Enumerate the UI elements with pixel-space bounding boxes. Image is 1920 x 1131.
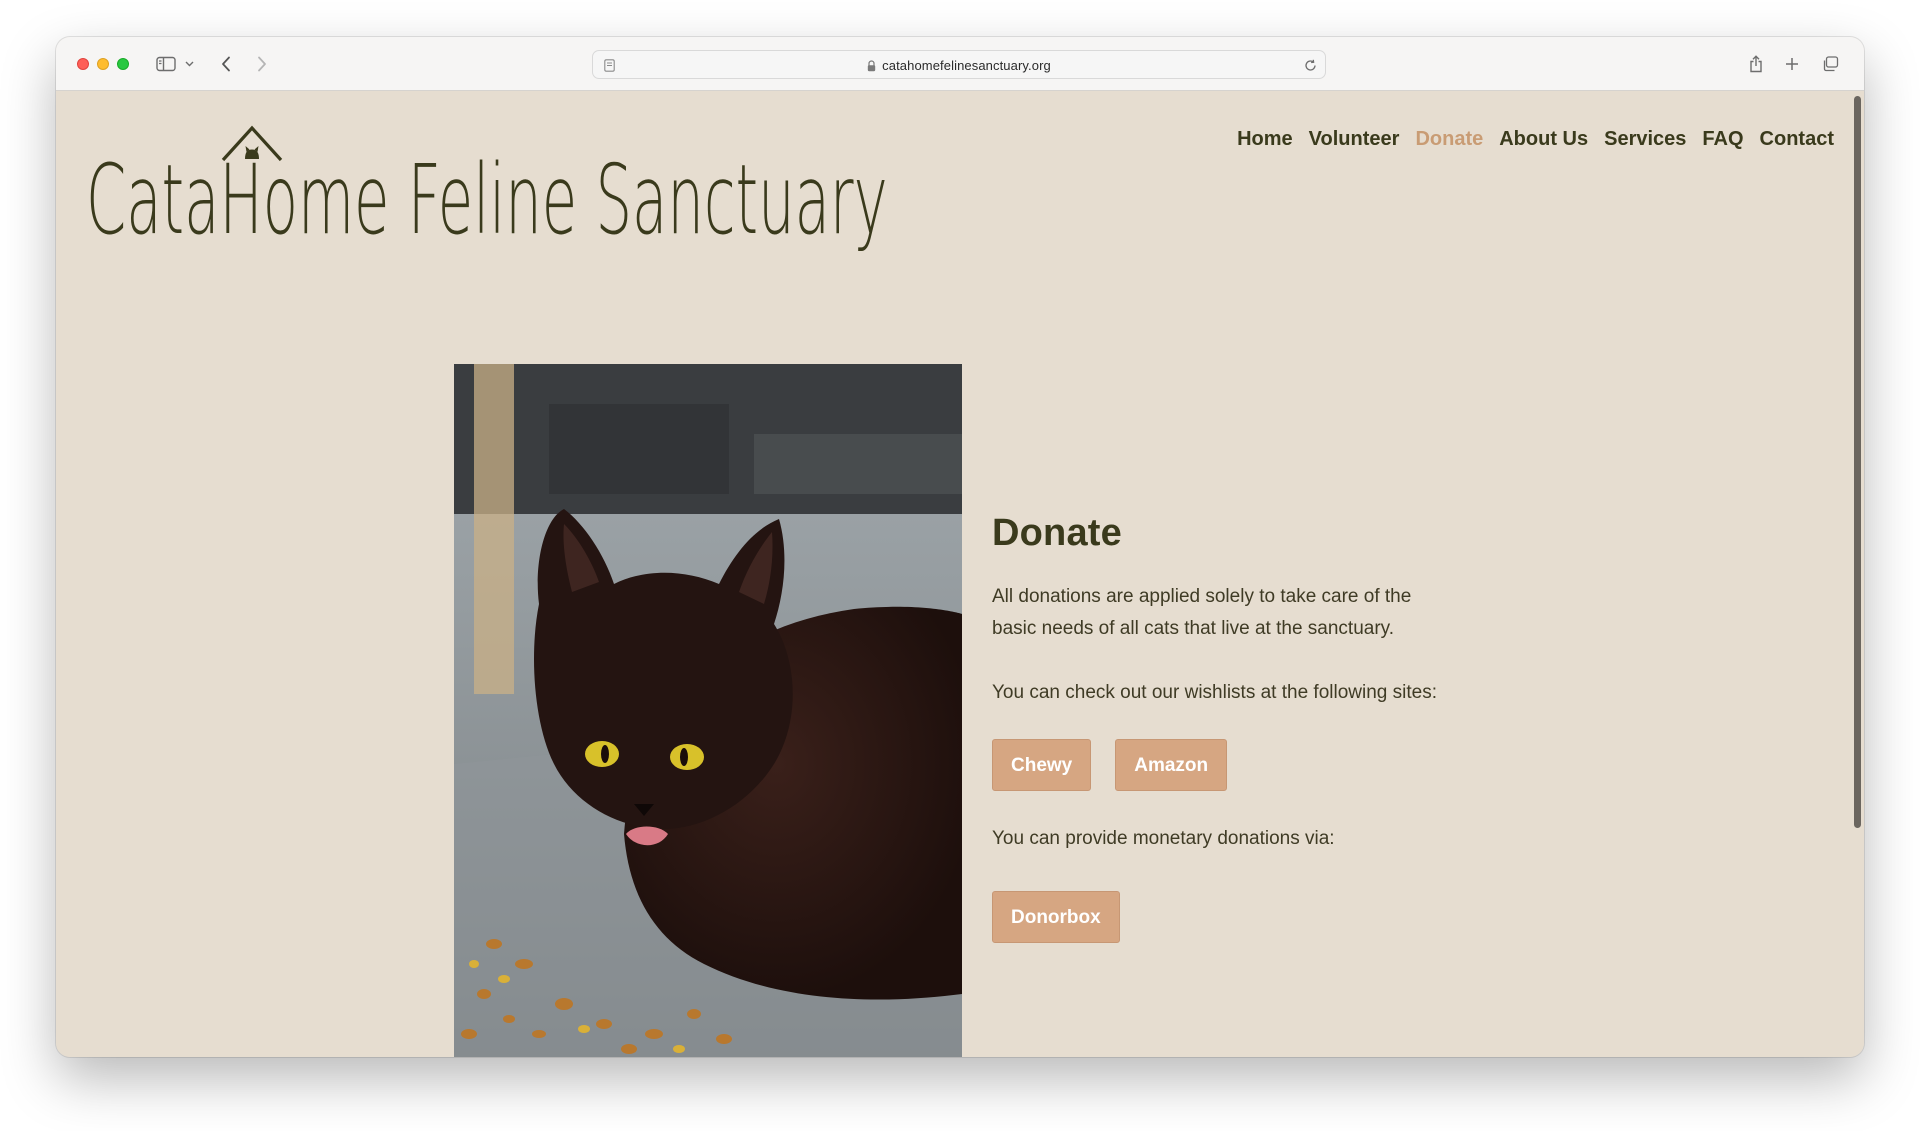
lock-icon — [867, 59, 876, 72]
page-title: Donate — [992, 512, 1122, 554]
donation-buttons: Donorbox — [992, 891, 1452, 943]
logo-wordmark: CataHome Feline Sanctuary — [86, 144, 888, 256]
main-navigation: Home Volunteer Donate About Us Services … — [1237, 128, 1834, 151]
browser-toolbar: catahomefelinesanctuary.org — [56, 37, 1864, 91]
nav-about-us[interactable]: About Us — [1499, 128, 1588, 151]
tabs-overview-icon[interactable] — [1818, 37, 1842, 91]
nav-contact[interactable]: Contact — [1760, 128, 1834, 151]
nav-donate[interactable]: Donate — [1415, 128, 1483, 151]
forward-arrow-icon[interactable] — [250, 37, 274, 91]
donorbox-button[interactable]: Donorbox — [992, 891, 1120, 943]
zoom-window-button[interactable] — [117, 58, 129, 70]
minimize-window-button[interactable] — [97, 58, 109, 70]
site-logo[interactable]: CataHome Feline Sanctuary — [86, 124, 888, 264]
black-cat-photo — [454, 364, 962, 1057]
wishlist-intro: You can check out our wishlists at the f… — [992, 682, 1437, 703]
page-scrollbar[interactable] — [1854, 96, 1861, 828]
wishlist-buttons: Chewy Amazon — [992, 739, 1452, 791]
donate-section: Donate All donations are applied solely … — [992, 512, 1452, 943]
address-bar[interactable]: catahomefelinesanctuary.org — [592, 50, 1326, 79]
donation-description: All donations are applied solely to take… — [992, 586, 1412, 639]
nav-home[interactable]: Home — [1237, 128, 1293, 151]
nav-services[interactable]: Services — [1604, 128, 1686, 151]
amazon-button[interactable]: Amazon — [1115, 739, 1228, 791]
back-arrow-icon[interactable] — [214, 37, 238, 91]
nav-volunteer[interactable]: Volunteer — [1309, 128, 1400, 151]
monetary-intro: You can provide monetary donations via: — [992, 828, 1335, 849]
url-text: catahomefelinesanctuary.org — [882, 58, 1051, 73]
share-icon[interactable] — [1744, 37, 1768, 91]
chewy-button[interactable]: Chewy — [992, 739, 1092, 791]
chevron-down-icon[interactable] — [182, 37, 196, 91]
reload-icon[interactable] — [1301, 51, 1319, 80]
plus-icon[interactable] — [1780, 37, 1804, 91]
web-page: CataHome Feline Sanctuary Home Volunteer… — [56, 92, 1864, 1057]
browser-window: catahomefelinesanctuary.org CataHome Fel… — [56, 37, 1864, 1057]
close-window-button[interactable] — [77, 58, 89, 70]
nav-faq[interactable]: FAQ — [1702, 128, 1743, 151]
url-display[interactable]: catahomefelinesanctuary.org — [593, 51, 1325, 80]
sidebar-icon[interactable] — [152, 37, 180, 91]
